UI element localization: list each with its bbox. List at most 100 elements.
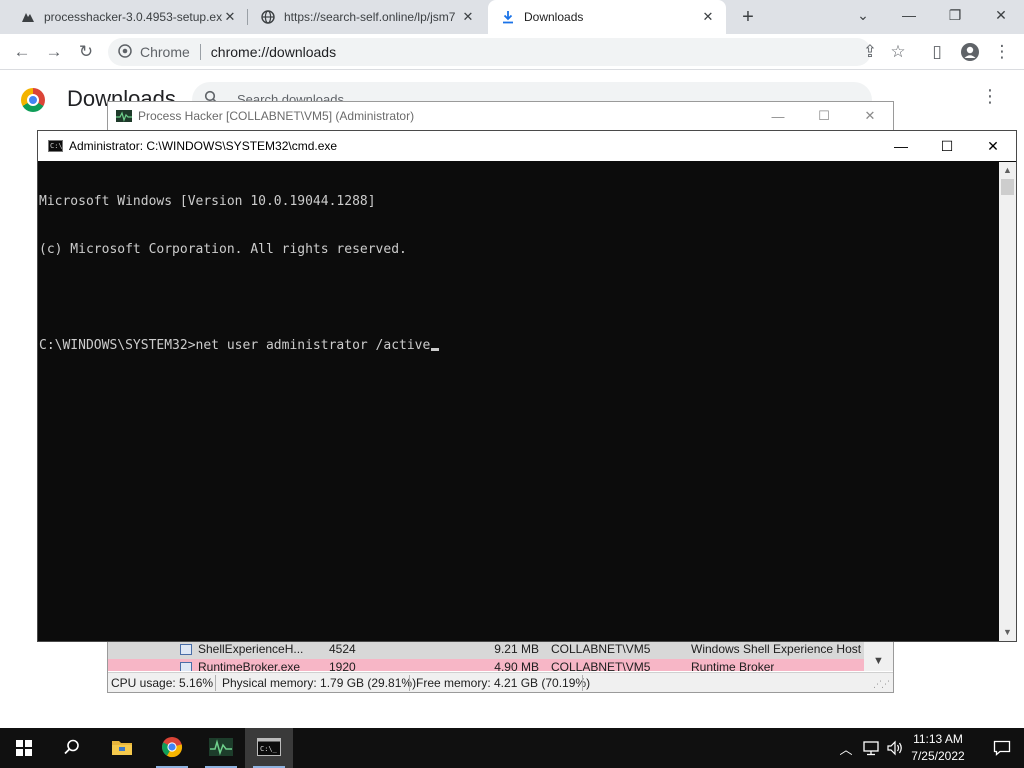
globe-icon — [260, 9, 276, 25]
console-command: C:\WINDOWS\SYSTEM32>net user administrat… — [39, 338, 431, 353]
cmd-window[interactable]: C:\ Administrator: C:\WINDOWS\SYSTEM32\c… — [37, 130, 1017, 642]
vertical-scrollbar[interactable]: ▲ ▼ — [999, 162, 1016, 641]
process-hacker-icon — [116, 110, 132, 122]
command-prompt-taskbar-button[interactable]: C:\_ — [245, 728, 293, 768]
site-label: Chrome — [140, 44, 190, 60]
process-description: Windows Shell Experience Host — [691, 642, 862, 656]
status-divider — [582, 675, 583, 691]
folder-icon — [111, 738, 133, 759]
minimize-button[interactable]: — — [758, 106, 798, 126]
console-line: Microsoft Windows [Version 10.0.19044.12… — [39, 194, 376, 209]
scrollbar-thumb[interactable] — [1001, 179, 1014, 195]
close-button[interactable]: ✕ — [970, 131, 1016, 161]
clock-date: 7/25/2022 — [911, 749, 965, 763]
cmd-icon: C:\_ — [257, 737, 281, 759]
resize-grip-icon[interactable]: ⋰⋰ — [873, 679, 890, 690]
process-row[interactable]: RuntimeBroker.exe 1920 4.90 MB COLLABNET… — [108, 659, 864, 671]
file-explorer-button[interactable] — [98, 728, 146, 768]
chrome-logo-icon — [21, 88, 45, 112]
profile-avatar-icon[interactable] — [956, 38, 984, 66]
show-hidden-icons-chevron-icon[interactable]: ︿ — [836, 728, 856, 768]
cmd-titlebar[interactable]: C:\ Administrator: C:\WINDOWS\SYSTEM32\c… — [38, 131, 1016, 161]
omnibox-divider — [199, 44, 201, 60]
chrome-site-icon — [118, 43, 132, 61]
side-panel-icon[interactable]: ▯ — [923, 38, 951, 66]
process-user: COLLABNET\VM5 — [551, 642, 651, 656]
minimize-button[interactable]: — — [886, 0, 932, 30]
maximize-button[interactable]: ☐ — [924, 131, 970, 161]
console-line: (c) Microsoft Corporation. All rights re… — [39, 242, 407, 257]
scroll-down-arrow-icon[interactable]: ▼ — [864, 641, 893, 671]
close-window-button[interactable]: ✕ — [978, 0, 1024, 30]
status-bar: CPU usage: 5.16% Physical memory: 1.79 G… — [108, 672, 893, 692]
process-user: COLLABNET\VM5 — [551, 660, 651, 671]
tab-title: https://search-self.online/lp/jsm7 — [284, 10, 456, 24]
window-title: Administrator: C:\WINDOWS\SYSTEM32\cmd.e… — [69, 139, 338, 153]
start-button[interactable] — [0, 728, 48, 768]
download-icon — [500, 9, 516, 25]
clock-time: 11:13 AM — [913, 732, 963, 746]
search-button[interactable] — [48, 728, 96, 768]
windows-logo-icon — [16, 740, 32, 756]
reload-icon[interactable]: ↻ — [72, 38, 100, 66]
console-output[interactable]: Microsoft Windows [Version 10.0.19044.12… — [39, 162, 999, 641]
tab-processhacker-setup[interactable]: processhacker-3.0.4953-setup.exe ✕ — [8, 0, 248, 34]
window-app-icon — [180, 662, 192, 671]
close-tab-icon[interactable]: ✕ — [222, 9, 238, 25]
process-list: ShellExperienceH... 4524 9.21 MB COLLABN… — [108, 641, 864, 671]
chrome-taskbar-button[interactable] — [148, 728, 196, 768]
taskbar-clock[interactable]: 11:13 AM 7/25/2022 — [900, 731, 976, 765]
chrome-icon — [161, 736, 183, 761]
process-row[interactable]: ShellExperienceH... 4524 9.21 MB COLLABN… — [108, 641, 864, 659]
taskbar: C:\_ ︿ 11:13 AM 7/25/2022 — [0, 728, 1024, 768]
process-hacker-taskbar-button[interactable] — [197, 728, 245, 768]
status-divider — [215, 675, 216, 691]
tab-search-chevron-icon[interactable]: ⌄ — [840, 0, 886, 30]
process-hacker-titlebar[interactable]: Process Hacker [COLLABNET\VM5] (Administ… — [108, 102, 893, 131]
share-icon[interactable]: ⇪ — [856, 38, 884, 66]
restore-button[interactable]: ❐ — [932, 0, 978, 30]
process-memory: 9.21 MB — [494, 642, 539, 656]
browser-toolbar: ← → ↻ Chrome chrome://downloads ⇪ ☆ ▯ ⋮ — [0, 34, 1024, 70]
browser-tabstrip: processhacker-3.0.4953-setup.exe ✕ https… — [0, 0, 1024, 34]
bookmark-star-icon[interactable]: ☆ — [884, 38, 912, 66]
network-icon[interactable] — [860, 728, 882, 768]
cmd-icon: C:\ — [48, 140, 63, 152]
minimize-button[interactable]: — — [878, 131, 924, 161]
tab-title: Downloads — [524, 10, 584, 24]
address-bar[interactable]: Chrome chrome://downloads — [108, 38, 871, 66]
cpu-usage: CPU usage: 5.16% — [111, 676, 214, 690]
window-title: Process Hacker [COLLABNET\VM5] (Administ… — [138, 109, 415, 123]
process-name: ShellExperienceH... — [198, 642, 304, 656]
maximize-button[interactable]: ☐ — [804, 106, 844, 126]
text-cursor — [431, 348, 440, 351]
notification-center-icon[interactable] — [980, 728, 1024, 768]
status-divider — [409, 675, 410, 691]
physical-memory: Physical memory: 1.79 GB (29.81%) — [222, 676, 417, 690]
downloads-more-icon[interactable]: ⋮ — [980, 86, 1000, 110]
console-prompt-line: C:\WINDOWS\SYSTEM32>net user administrat… — [39, 338, 999, 354]
tab-search-self[interactable]: https://search-self.online/lp/jsm7 ✕ — [248, 0, 486, 34]
process-description: Runtime Broker — [691, 660, 775, 671]
close-tab-icon[interactable]: ✕ — [700, 9, 716, 25]
process-hacker-icon — [209, 737, 233, 760]
scroll-up-arrow-icon[interactable]: ▲ — [999, 162, 1016, 179]
scroll-down-arrow-icon[interactable]: ▼ — [999, 624, 1016, 641]
process-pid: 1920 — [329, 660, 356, 671]
close-tab-icon[interactable]: ✕ — [460, 9, 476, 25]
process-pid: 4524 — [329, 642, 356, 656]
free-memory: Free memory: 4.21 GB (70.19%) — [416, 676, 591, 690]
back-arrow-icon[interactable]: ← — [8, 38, 36, 66]
new-tab-button[interactable]: + — [736, 5, 760, 29]
tab-title: processhacker-3.0.4953-setup.exe — [44, 10, 222, 24]
search-icon — [63, 738, 81, 759]
tab-downloads[interactable]: Downloads ✕ — [488, 0, 726, 34]
chrome-menu-icon[interactable]: ⋮ — [988, 38, 1016, 66]
close-button[interactable]: ✕ — [850, 106, 890, 126]
svg-text:C:\_: C:\_ — [260, 745, 278, 753]
forward-arrow-icon[interactable]: → — [40, 38, 68, 66]
process-name: RuntimeBroker.exe — [198, 660, 301, 671]
window-app-icon — [180, 644, 192, 655]
processhacker-icon — [20, 9, 36, 25]
